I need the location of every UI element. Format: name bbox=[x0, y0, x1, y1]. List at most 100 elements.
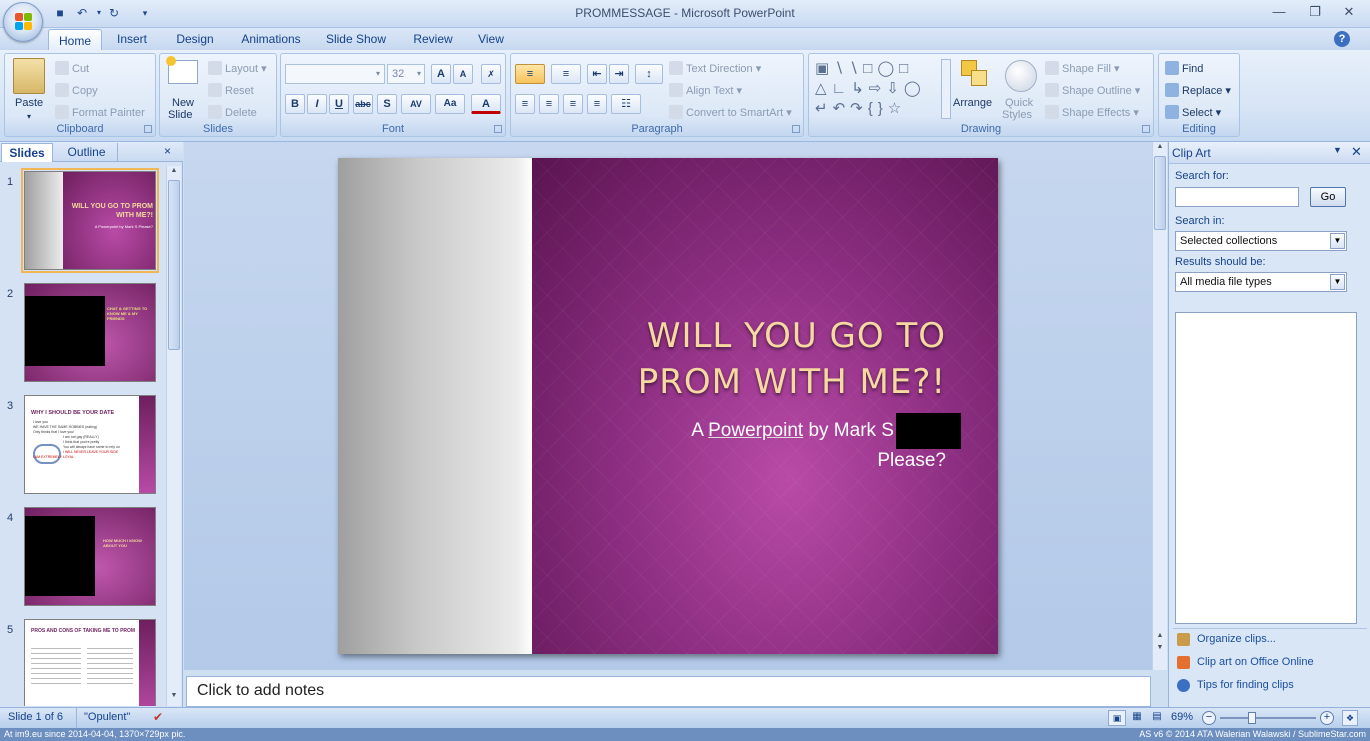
arrange-button[interactable]: Arrange bbox=[953, 96, 992, 110]
normal-view-icon[interactable]: ▣ bbox=[1108, 710, 1126, 726]
clip-results-area[interactable] bbox=[1175, 312, 1357, 624]
font-name-combo[interactable]: ▾ bbox=[285, 64, 385, 84]
shape-effects-button[interactable]: Shape Effects ▾ bbox=[1045, 105, 1139, 120]
minimize-icon[interactable]: — bbox=[1266, 3, 1292, 21]
underline-icon[interactable]: U bbox=[329, 94, 349, 114]
office-button[interactable] bbox=[3, 2, 43, 42]
delete-button[interactable]: Delete bbox=[208, 105, 257, 120]
arrange-icon[interactable] bbox=[959, 58, 989, 90]
layout-button[interactable]: Layout ▾ bbox=[208, 61, 267, 76]
zoom-level[interactable]: 69% bbox=[1171, 711, 1193, 723]
shape-fill-button[interactable]: Shape Fill ▾ bbox=[1045, 61, 1120, 76]
align-text-button[interactable]: Align Text ▾ bbox=[669, 83, 742, 98]
replace-button[interactable]: Replace ▾ bbox=[1165, 83, 1231, 98]
character-spacing-icon[interactable]: AV bbox=[401, 94, 431, 114]
format-painter-button[interactable]: Format Painter bbox=[55, 105, 145, 120]
shapes-gallery-scroll[interactable] bbox=[941, 59, 951, 119]
dropdown-arrow-icon[interactable]: ▼ bbox=[1330, 233, 1345, 249]
clip-search-input[interactable] bbox=[1175, 187, 1299, 207]
theme-name[interactable]: "Opulent" bbox=[84, 711, 130, 723]
tab-outline[interactable]: Outline bbox=[56, 143, 118, 162]
organize-clips-link[interactable]: Organize clips... bbox=[1197, 633, 1276, 645]
strikethrough-icon[interactable]: abc bbox=[353, 94, 373, 114]
change-case-icon[interactable]: Aa bbox=[435, 94, 465, 114]
slide-thumbnail-4[interactable]: HOW MUCH I KNOW ABOUT YOU bbox=[24, 507, 156, 606]
results-select[interactable]: All media file types ▼ bbox=[1175, 272, 1347, 292]
slide-thumbnail-3[interactable]: WHY I SHOULD BE YOUR DATE I love you WE … bbox=[24, 395, 156, 494]
slide-thumbnail-1[interactable]: WILL YOU GO TO PROM WITH ME?! A Powerpoi… bbox=[21, 168, 159, 273]
text-shadow-icon[interactable]: S bbox=[377, 94, 397, 114]
grow-font-icon[interactable]: A bbox=[431, 64, 451, 84]
cut-button[interactable]: Cut bbox=[55, 61, 89, 76]
current-slide[interactable]: WILL YOU GO TO PROM WITH ME?! A Powerpoi… bbox=[338, 158, 998, 654]
notes-pane[interactable]: Click to add notes bbox=[186, 676, 1151, 707]
editor-scrollbar[interactable]: ▲ ▲ ▼ bbox=[1152, 142, 1167, 670]
justify-icon[interactable]: ≡ bbox=[587, 94, 607, 114]
increase-indent-icon[interactable]: ⇥ bbox=[609, 64, 629, 84]
italic-icon[interactable]: I bbox=[307, 94, 327, 114]
slide-thumbnail-2[interactable]: CHAT & GETTING TO KNOW ME & MY FRIENDS bbox=[24, 283, 156, 382]
numbering-icon[interactable]: ≡ bbox=[551, 64, 581, 84]
pane-options-icon[interactable]: ▼ bbox=[1333, 145, 1342, 155]
zoom-slider[interactable] bbox=[1220, 717, 1316, 719]
slide-sorter-icon[interactable]: ▦ bbox=[1128, 710, 1146, 726]
font-size-combo[interactable]: 32 ▾ bbox=[387, 64, 425, 84]
quick-styles-label-2[interactable]: Styles bbox=[1002, 108, 1032, 122]
scroll-up-icon[interactable]: ▲ bbox=[168, 167, 180, 179]
tab-home[interactable]: Home bbox=[48, 29, 102, 51]
tips-link[interactable]: Tips for finding clips bbox=[1197, 679, 1294, 691]
paste-button[interactable]: Paste bbox=[15, 96, 43, 110]
spelling-check-icon[interactable]: ✔ bbox=[150, 710, 166, 725]
shape-outline-button[interactable]: Shape Outline ▾ bbox=[1045, 83, 1140, 98]
close-window-icon[interactable]: ✕ bbox=[1336, 3, 1362, 21]
help-icon[interactable]: ? bbox=[1334, 31, 1350, 47]
text-direction-button[interactable]: Text Direction ▾ bbox=[669, 61, 761, 76]
columns-icon[interactable]: ☷ bbox=[611, 94, 641, 114]
scroll-down-icon[interactable]: ▼ bbox=[168, 692, 180, 704]
convert-smartart-button[interactable]: Convert to SmartArt ▾ bbox=[669, 105, 792, 120]
shrink-font-icon[interactable]: A bbox=[453, 64, 473, 84]
drawing-launcher-icon[interactable] bbox=[1142, 125, 1150, 133]
font-launcher-icon[interactable] bbox=[494, 125, 502, 133]
quick-styles-icon[interactable] bbox=[1005, 60, 1037, 92]
decrease-indent-icon[interactable]: ⇤ bbox=[587, 64, 607, 84]
search-in-select[interactable]: Selected collections ▼ bbox=[1175, 231, 1347, 251]
tab-animations[interactable]: Animations bbox=[236, 28, 306, 50]
font-color-icon[interactable]: A bbox=[471, 94, 501, 114]
slide-subtitle[interactable]: A Powerpoint by Mark S Please? bbox=[526, 416, 946, 476]
paragraph-launcher-icon[interactable] bbox=[792, 125, 800, 133]
font-size-dropdown-icon[interactable]: ▾ bbox=[417, 65, 421, 83]
tab-insert[interactable]: Insert bbox=[108, 28, 156, 50]
select-button[interactable]: Select ▾ bbox=[1165, 105, 1221, 120]
find-button[interactable]: Find bbox=[1165, 61, 1203, 76]
scroll-thumb[interactable] bbox=[168, 180, 180, 350]
prev-slide-icon[interactable]: ▲ bbox=[1154, 632, 1166, 644]
tab-slides[interactable]: Slides bbox=[1, 143, 53, 162]
slide-thumbnail-5[interactable]: PROS AND CONS OF TAKING ME TO PROM bbox=[24, 619, 156, 706]
slide-title[interactable]: WILL YOU GO TO PROM WITH ME?! bbox=[526, 313, 946, 405]
reset-button[interactable]: Reset bbox=[208, 83, 254, 98]
go-button[interactable]: Go bbox=[1310, 187, 1346, 207]
bold-icon[interactable]: B bbox=[285, 94, 305, 114]
new-slide-label-2[interactable]: Slide bbox=[168, 108, 192, 122]
maximize-icon[interactable]: ❐ bbox=[1302, 3, 1328, 21]
slide-show-icon[interactable]: ▤ bbox=[1148, 710, 1166, 726]
dropdown-arrow-icon[interactable]: ▼ bbox=[1330, 274, 1345, 290]
clip-art-online-link[interactable]: Clip art on Office Online bbox=[1197, 656, 1314, 668]
tab-view[interactable]: View bbox=[470, 28, 512, 50]
paste-dropdown-icon[interactable]: ▾ bbox=[27, 110, 31, 124]
bullets-icon[interactable]: ≡ bbox=[515, 64, 545, 84]
copy-button[interactable]: Copy bbox=[55, 83, 98, 98]
zoom-in-icon[interactable]: + bbox=[1320, 711, 1334, 725]
close-pane-icon[interactable]: ✕ bbox=[1351, 144, 1362, 160]
clear-formatting-icon[interactable]: ✗ bbox=[481, 64, 501, 84]
paste-icon[interactable] bbox=[13, 58, 45, 94]
clipboard-launcher-icon[interactable] bbox=[144, 125, 152, 133]
line-spacing-icon[interactable]: ↕ bbox=[635, 64, 663, 84]
align-right-icon[interactable]: ≡ bbox=[563, 94, 583, 114]
fit-to-window-icon[interactable]: ❖ bbox=[1342, 710, 1358, 726]
align-center-icon[interactable]: ≡ bbox=[539, 94, 559, 114]
align-left-icon[interactable]: ≡ bbox=[515, 94, 535, 114]
font-name-dropdown-icon[interactable]: ▾ bbox=[376, 65, 380, 83]
tab-design[interactable]: Design bbox=[168, 28, 222, 50]
